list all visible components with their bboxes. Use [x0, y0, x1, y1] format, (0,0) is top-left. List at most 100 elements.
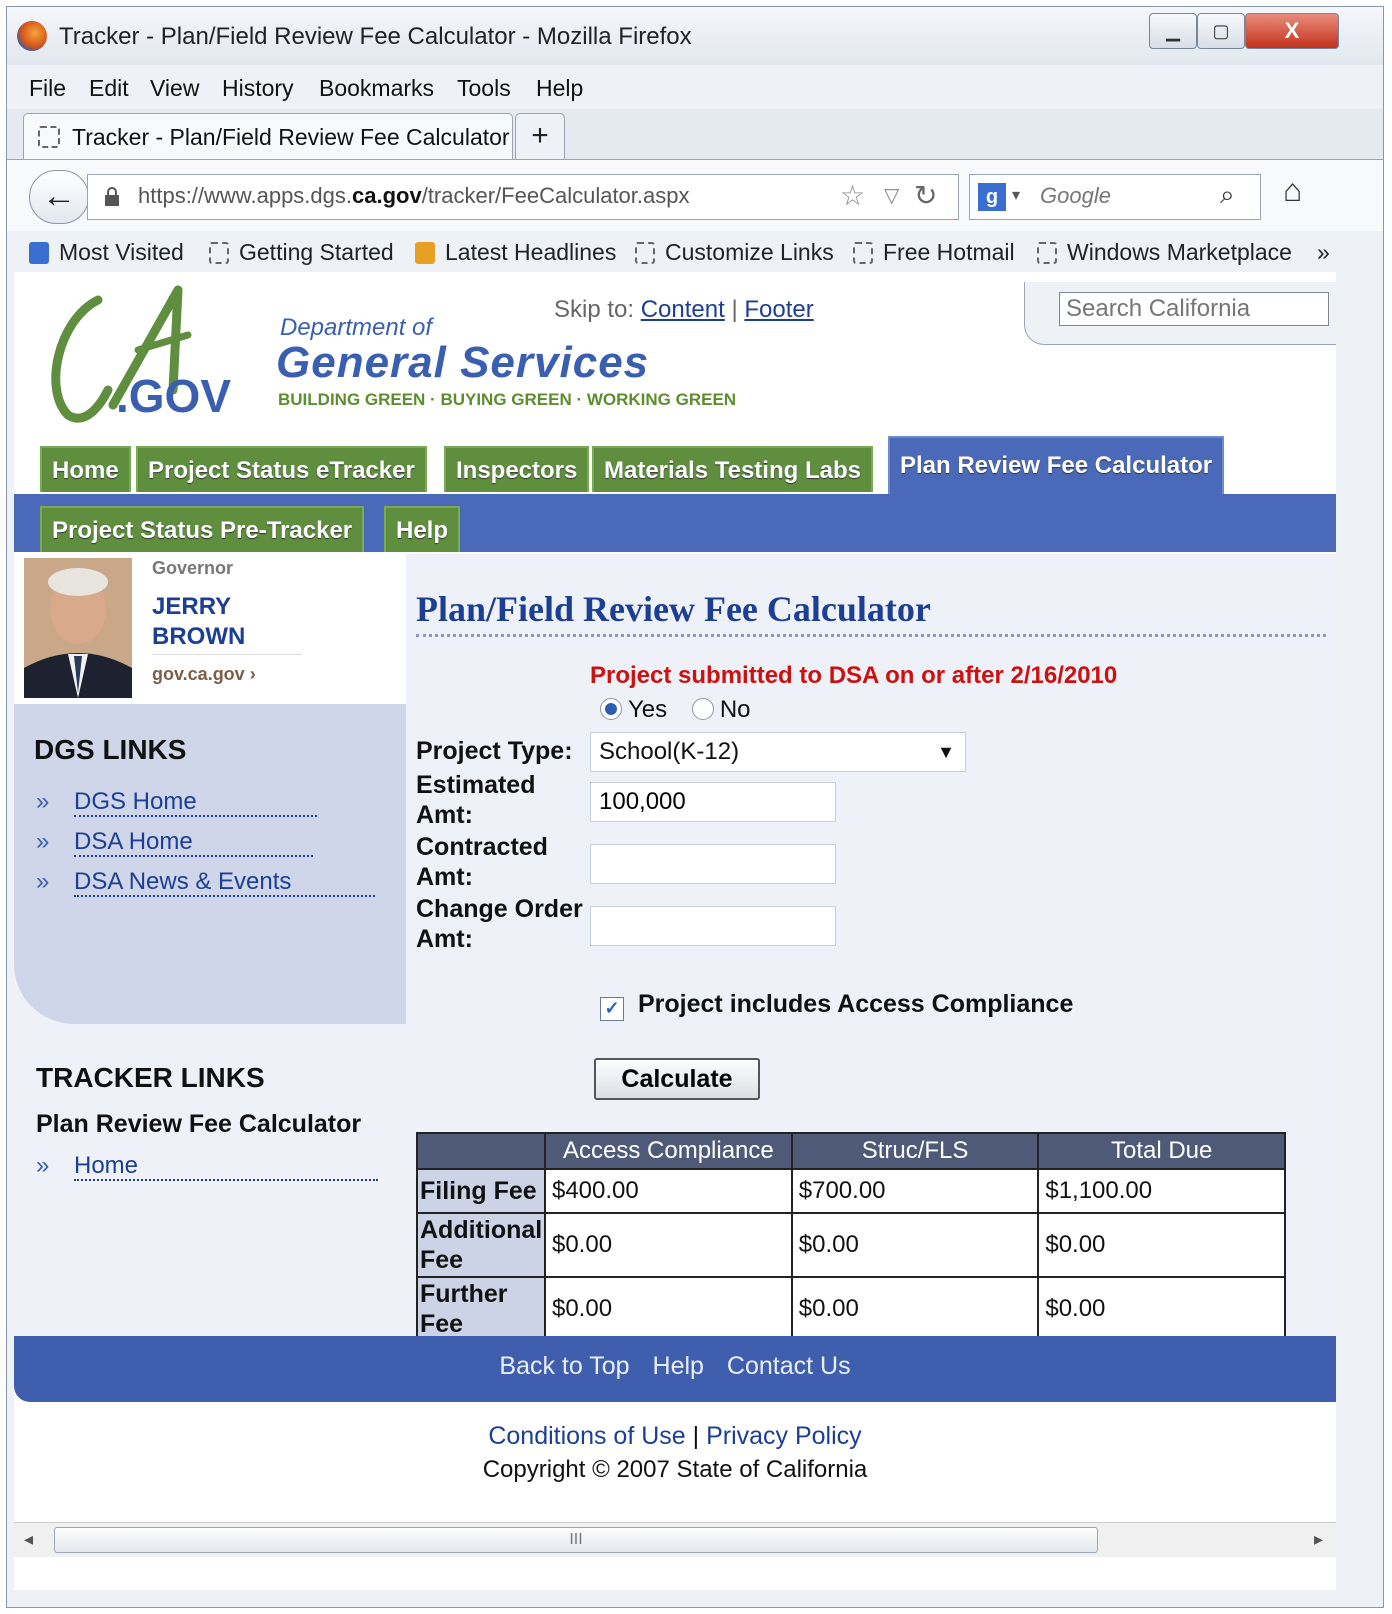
project-type-select[interactable]: School(K-12) ▼ [590, 732, 966, 772]
scroll-left-icon[interactable]: ◂ [24, 1529, 33, 1550]
horizontal-scrollbar[interactable]: ◂ III ▸ [14, 1522, 1336, 1557]
table-header-row: Access Compliance Struc/FLS Total Due [416, 1132, 1286, 1170]
nav-tab-pre-tracker[interactable]: Project Status Pre-Tracker [40, 506, 365, 552]
nav-tab-materials-testing-labs[interactable]: Materials Testing Labs [592, 446, 873, 492]
page-icon [38, 126, 60, 148]
address-bar[interactable]: https://www.apps.dgs.ca.gov/tracker/FeeC… [87, 174, 959, 220]
new-tab-button[interactable]: + [515, 113, 565, 160]
estimated-amt-input[interactable] [590, 782, 836, 822]
contracted-amt-input[interactable] [590, 844, 836, 884]
close-button[interactable]: X [1245, 13, 1339, 49]
tracker-home-link[interactable]: Home [74, 1152, 379, 1181]
contact-us-link[interactable]: Contact Us [727, 1352, 851, 1380]
most-visited-icon [29, 242, 49, 264]
menu-edit[interactable]: Edit [89, 75, 129, 102]
back-to-top-link[interactable]: Back to Top [499, 1352, 629, 1380]
dgs-link-dsa-news[interactable]: » DSA News & Events [36, 868, 396, 897]
access-compliance-checkbox-row[interactable]: ✓ Project includes Access Compliance [600, 990, 1073, 1021]
dsa-news-link[interactable]: DSA News & Events [74, 868, 376, 897]
access-compliance-checkbox[interactable]: ✓ [600, 997, 624, 1021]
cell-filing-struc: $700.00 [790, 1168, 1040, 1214]
menu-view[interactable]: View [150, 75, 199, 102]
search-california-input[interactable] [1059, 292, 1329, 326]
radio-yes-control[interactable] [600, 698, 622, 720]
nav-tab-help[interactable]: Help [384, 506, 461, 552]
minimize-button[interactable]: ▁ [1149, 13, 1197, 49]
home-icon[interactable]: ⌂ [1283, 172, 1302, 209]
footer-help-link[interactable]: Help [653, 1352, 704, 1380]
copyright-text: Copyright © 2007 State of California [482, 1456, 868, 1483]
nav-tab-inspectors[interactable]: Inspectors [444, 446, 590, 492]
tracker-links-subtitle: Plan Review Fee Calculator [36, 1110, 362, 1138]
left-sidebar: Governor JERRY BROWN gov.ca.gov › DGS LI… [14, 554, 406, 1344]
double-arrow-icon: » [36, 828, 50, 855]
search-engine-icon[interactable]: g [978, 183, 1006, 211]
dgs-links-panel: DGS LINKS » DGS Home » DSA Home » DSA News … [14, 704, 406, 1024]
search-bar[interactable]: g ▾ Google ⌕ [969, 174, 1261, 220]
title-bar: Tracker - Plan/Field Review Fee Calculat… [7, 7, 1383, 65]
governor-name: JERRY BROWN [152, 592, 245, 652]
bookmarks-overflow-icon[interactable]: » [1317, 239, 1330, 266]
nav-tab-etracker[interactable]: Project Status eTracker [136, 446, 427, 492]
bookmark-getting-started[interactable]: Getting Started [209, 239, 394, 266]
page-icon [853, 242, 873, 264]
menu-bookmarks[interactable]: Bookmarks [319, 75, 434, 102]
bookmark-free-hotmail[interactable]: Free Hotmail [853, 239, 1015, 266]
radio-yes[interactable]: Yes [600, 696, 667, 723]
menu-tools[interactable]: Tools [457, 75, 511, 102]
page-title: Plan/Field Review Fee Calculator [416, 589, 931, 629]
dsa-home-link[interactable]: DSA Home [74, 828, 313, 857]
table-header-struc: Struc/FLS [790, 1132, 1040, 1170]
menu-help[interactable]: Help [536, 75, 583, 102]
bookmark-windows-marketplace[interactable]: Windows Marketplace [1037, 239, 1292, 266]
cell-further-access: $0.00 [543, 1276, 793, 1342]
gov-ca-gov-link[interactable]: gov.ca.gov › [152, 664, 256, 685]
engine-dropdown-icon[interactable]: ▾ [1012, 185, 1020, 205]
back-arrow-icon[interactable]: ← [29, 170, 89, 224]
maximize-button[interactable]: ▢ [1197, 13, 1245, 49]
dgs-home-link[interactable]: DGS Home [74, 788, 317, 817]
bookmark-most-visited[interactable]: Most Visited [29, 239, 184, 266]
skip-content-link[interactable]: Content [641, 296, 725, 323]
scrollbar-thumb[interactable]: III [54, 1527, 1098, 1553]
history-dropdown-icon[interactable]: ▽ [884, 183, 899, 208]
ca-gov-logo: .GOV [51, 285, 231, 423]
firefox-logo-icon [17, 21, 47, 51]
table-row: Further Fee $0.00 $0.00 $0.00 [416, 1276, 1286, 1342]
dept-name: General Services [276, 338, 650, 387]
tab-fee-calculator[interactable]: Tracker - Plan/Field Review Fee Calculat… [23, 113, 513, 160]
tracker-link-home[interactable]: » Home [36, 1152, 396, 1181]
project-type-label: Project Type: [416, 737, 573, 765]
skip-links: Skip to: Content | Footer [554, 296, 814, 323]
window-title: Tracker - Plan/Field Review Fee Calculat… [59, 23, 692, 50]
page-icon [635, 242, 655, 264]
bookmark-customize-links[interactable]: Customize Links [635, 239, 834, 266]
nav-tab-plan-review-fee-calculator[interactable]: Plan Review Fee Calculator [888, 436, 1225, 494]
cell-further-struc: $0.00 [790, 1276, 1040, 1342]
submission-radio-group: Yes No [600, 696, 751, 724]
skip-footer-link[interactable]: Footer [744, 296, 813, 323]
radio-no[interactable]: No [691, 696, 751, 723]
double-arrow-icon: » [36, 788, 50, 815]
slogan: BUILDING GREEN · BUYING GREEN · WORKING … [278, 390, 737, 409]
radio-no-control[interactable] [691, 698, 714, 720]
estimated-amt-label: Estimated Amt: [416, 771, 536, 829]
calculate-button[interactable]: Calculate [594, 1058, 760, 1100]
reload-icon[interactable]: ↻ [914, 179, 937, 212]
menu-file[interactable]: File [29, 75, 66, 102]
search-icon[interactable]: ⌕ [1220, 179, 1235, 211]
governor-box[interactable]: Governor JERRY BROWN gov.ca.gov › [14, 554, 406, 704]
logo-gov-text: .GOV [116, 370, 231, 422]
menu-history[interactable]: History [222, 75, 294, 102]
bookmark-latest-headlines[interactable]: Latest Headlines [415, 239, 616, 266]
privacy-policy-link[interactable]: Privacy Policy [706, 1422, 862, 1450]
conditions-of-use-link[interactable]: Conditions of Use [488, 1422, 685, 1450]
dgs-link-dgs-home[interactable]: » DGS Home [36, 788, 396, 817]
divider [152, 654, 302, 655]
menu-bar: File Edit View History Bookmarks Tools H… [7, 65, 1383, 109]
change-order-amt-input[interactable] [590, 906, 836, 946]
nav-tab-home[interactable]: Home [40, 446, 131, 492]
bookmark-star-icon[interactable]: ☆ [840, 179, 865, 212]
scroll-right-icon[interactable]: ▸ [1314, 1529, 1323, 1550]
dgs-link-dsa-home[interactable]: » DSA Home [36, 828, 396, 857]
